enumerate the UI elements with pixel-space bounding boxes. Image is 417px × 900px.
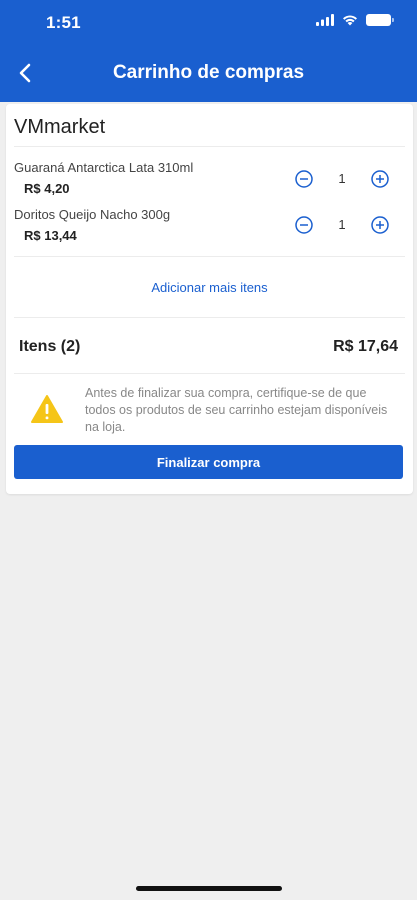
app-header: 1:51 Carrinho de compras: [0, 0, 417, 102]
warning-message: Antes de finalizar sua compra, certifiqu…: [85, 386, 388, 434]
item-price: R$ 13,44: [24, 228, 77, 243]
items-count-label: Itens (2): [19, 338, 81, 355]
divider: [14, 373, 405, 374]
item-price: R$ 4,20: [24, 181, 70, 196]
signal-icon: [316, 14, 334, 26]
divider: [14, 317, 405, 318]
item-name: Guaraná Antarctica Lata 310ml: [14, 160, 194, 175]
increase-quantity-icon[interactable]: [370, 169, 390, 189]
decrease-quantity-icon[interactable]: [294, 215, 314, 235]
divider: [14, 256, 405, 257]
add-more-items-link[interactable]: Adicionar mais itens: [6, 280, 413, 295]
finish-purchase-button[interactable]: Finalizar compra: [14, 445, 403, 479]
item-quantity: 1: [338, 217, 346, 232]
home-indicator: [136, 886, 282, 891]
page-title: Carrinho de compras: [112, 62, 305, 83]
decrease-quantity-icon[interactable]: [294, 169, 314, 189]
cart-total: R$ 17,64: [333, 338, 398, 355]
divider: [14, 146, 405, 147]
item-quantity: 1: [338, 171, 346, 186]
warning-icon: [31, 395, 63, 423]
cart-card: VMmarket Guaraná Antarctica Lata 310ml R…: [6, 104, 413, 494]
store-name: VMmarket: [14, 116, 106, 138]
increase-quantity-icon[interactable]: [370, 215, 390, 235]
battery-icon: [366, 14, 394, 26]
item-name: Doritos Queijo Nacho 300g: [14, 207, 171, 222]
wifi-icon: [343, 15, 357, 26]
status-time: 1:51: [46, 13, 81, 32]
status-icons: [316, 14, 394, 26]
